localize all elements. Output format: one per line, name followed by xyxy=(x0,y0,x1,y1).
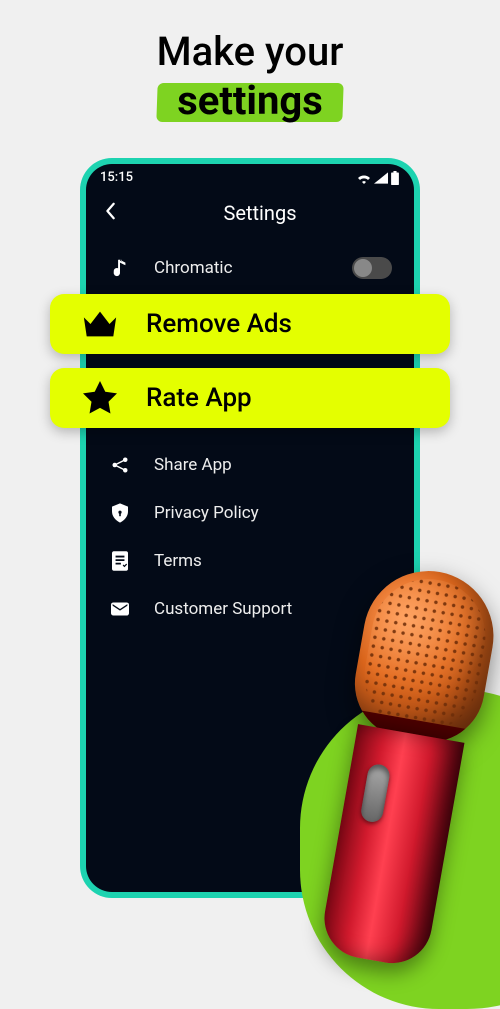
shield-icon xyxy=(108,503,132,523)
wifi-icon xyxy=(356,172,372,184)
crown-icon xyxy=(60,309,140,339)
signal-icon xyxy=(374,172,388,184)
document-icon xyxy=(108,551,132,571)
support-label: Customer Support xyxy=(154,599,392,619)
toggle-knob xyxy=(354,259,372,277)
privacy-label: Privacy Policy xyxy=(154,503,392,523)
terms-label: Terms xyxy=(154,551,392,571)
promo-heading: Make your settings xyxy=(0,0,500,124)
share-app-label: Share App xyxy=(154,455,392,475)
share-icon xyxy=(108,456,132,474)
remove-ads-button[interactable]: Remove Ads xyxy=(50,294,450,354)
status-bar: 15:15 xyxy=(86,164,414,189)
rate-app-button[interactable]: Rate App xyxy=(50,368,450,428)
setting-privacy-policy[interactable]: Privacy Policy xyxy=(86,489,414,537)
back-button[interactable] xyxy=(104,202,126,224)
rate-app-label: Rate App xyxy=(146,383,252,413)
hero-line-1: Make your xyxy=(0,28,500,75)
mail-icon xyxy=(108,602,132,616)
settings-title: Settings xyxy=(124,201,396,225)
battery-icon xyxy=(390,171,400,185)
status-indicators xyxy=(356,171,400,185)
chromatic-label: Chromatic xyxy=(154,258,330,278)
setting-share-app[interactable]: Share App xyxy=(86,441,414,489)
remove-ads-label: Remove Ads xyxy=(146,309,292,339)
hero-line-2: settings xyxy=(177,77,323,124)
star-icon xyxy=(60,381,140,415)
setting-chromatic[interactable]: Chromatic xyxy=(86,243,414,293)
chromatic-toggle[interactable] xyxy=(352,257,392,279)
chevron-left-icon xyxy=(104,202,118,220)
status-time: 15:15 xyxy=(100,170,133,185)
music-note-icon xyxy=(108,259,132,277)
settings-header: Settings xyxy=(86,189,414,243)
setting-terms[interactable]: Terms xyxy=(86,537,414,585)
